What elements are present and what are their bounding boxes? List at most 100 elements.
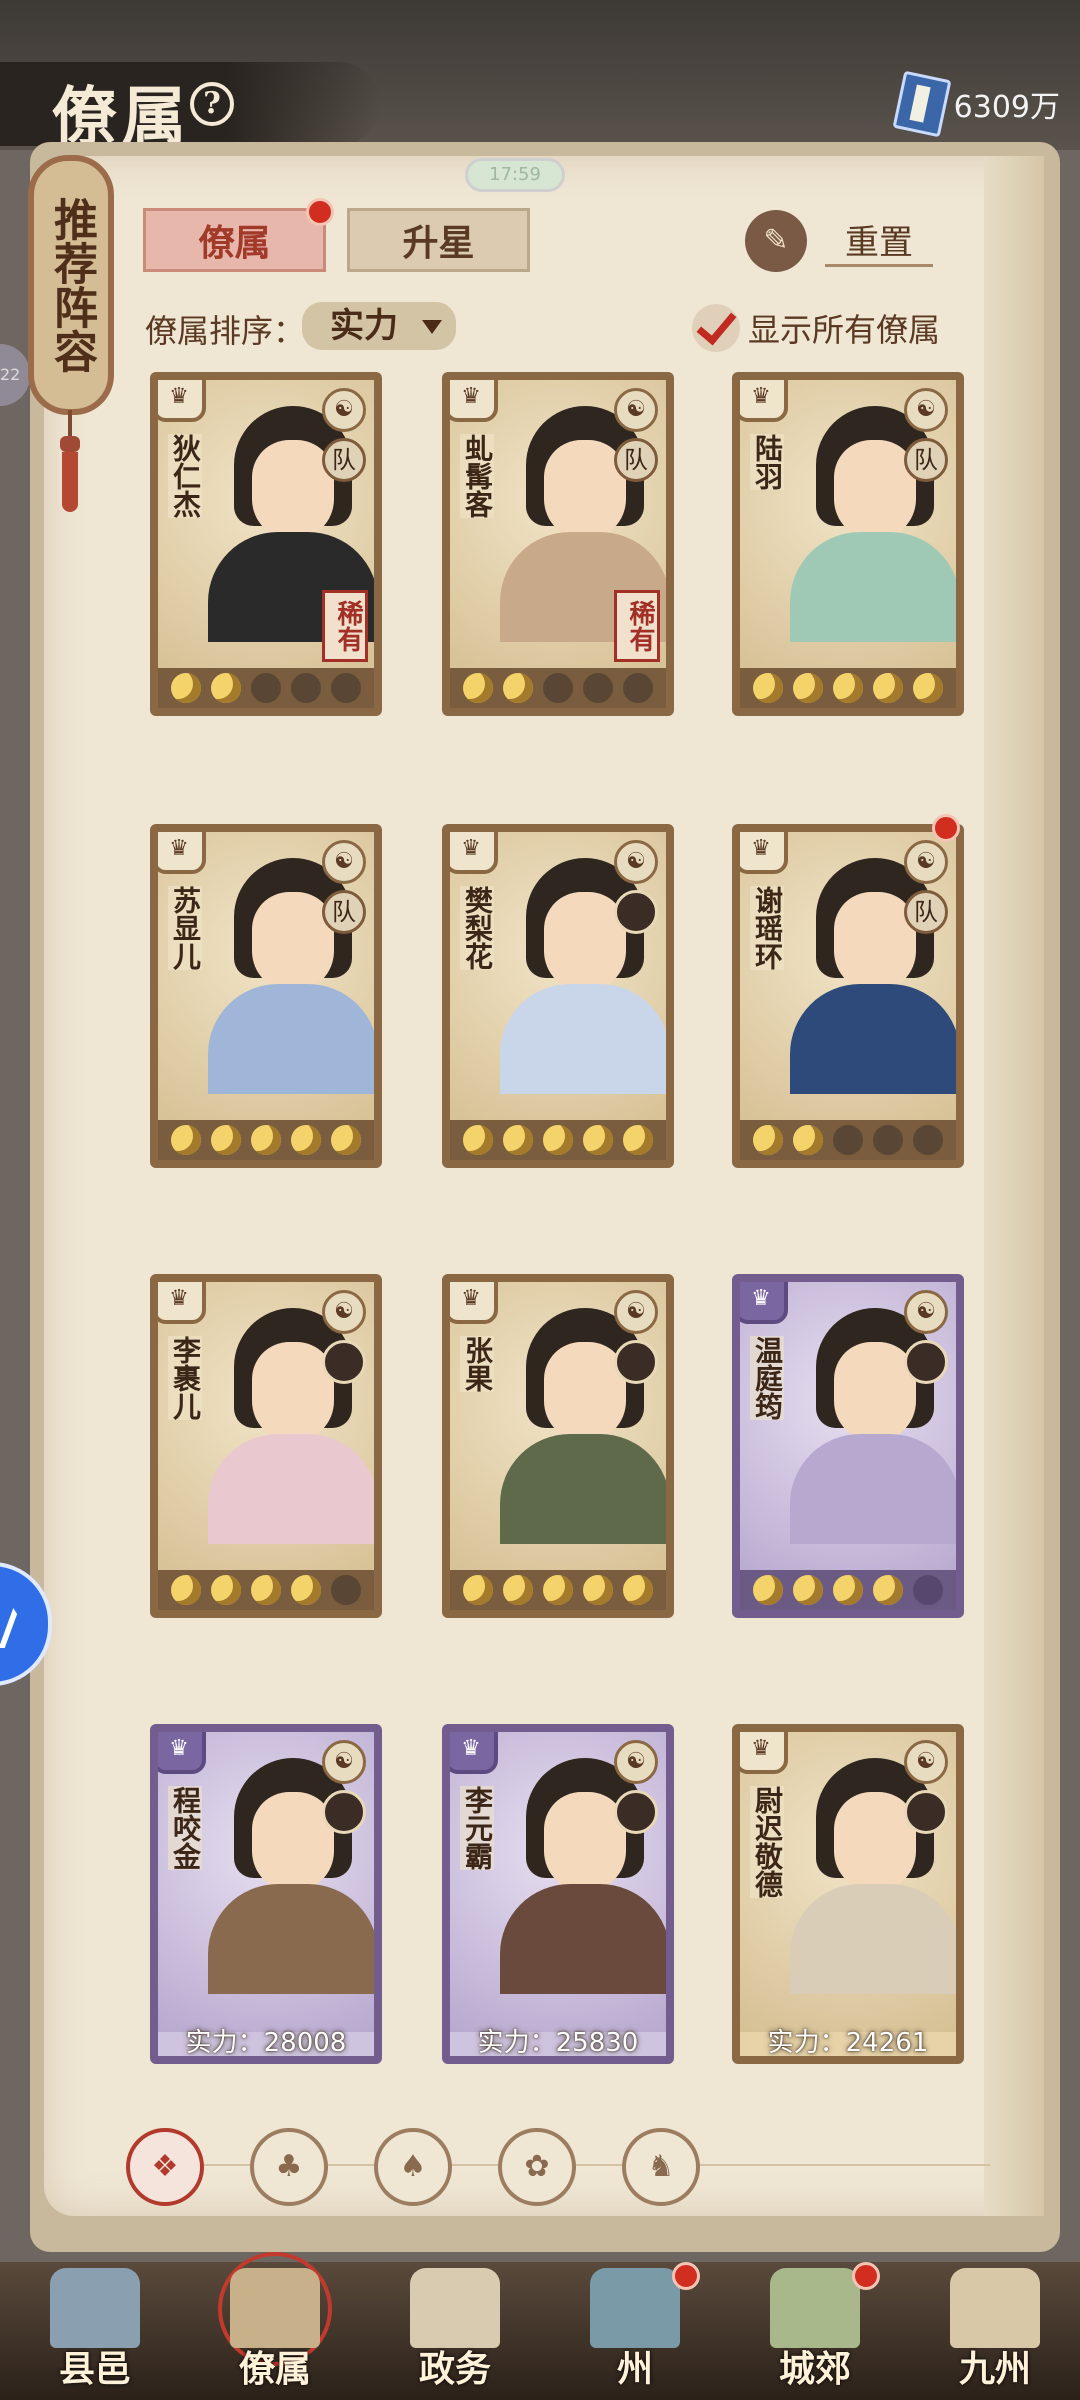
faction-filter-bar: ❖ ♣ ♠ ✿ ♞	[126, 2120, 990, 2210]
reset-button[interactable]: ✎ 重置	[745, 208, 955, 274]
tab-upgrade-star[interactable]: 升星	[347, 208, 530, 272]
nav-icon	[950, 2268, 1040, 2348]
retainer-card[interactable]: ♛☯樊梨花实力：27585	[442, 824, 674, 1168]
moon-star-icon	[583, 1575, 613, 1605]
faction-icon: ♛	[450, 1282, 498, 1324]
partner-avatar	[614, 1790, 658, 1834]
power-value: 实力：24261	[767, 2028, 929, 2058]
nav-label: 县邑	[58, 2348, 131, 2390]
moon-star-icon	[463, 1575, 493, 1605]
bottom-nav: 县邑 僚属 政务 州 城郊 九州	[0, 2252, 1080, 2400]
notification-dot	[672, 2262, 700, 2290]
moon-star-icon	[331, 1575, 361, 1605]
retainer-card[interactable]: ♛☯队虬髯客稀有实力：38944	[442, 372, 674, 716]
moon-star-icon	[873, 673, 903, 703]
moon-star-icon	[543, 673, 573, 703]
moon-star-icon	[623, 673, 653, 703]
star-rating	[450, 1570, 666, 1610]
retainer-name: 程咬金	[168, 1786, 202, 1870]
all-diamond-icon[interactable]: ❖	[126, 2128, 204, 2206]
nav-icon	[590, 2268, 680, 2348]
book-icon	[892, 70, 952, 138]
moon-star-icon	[913, 1125, 943, 1155]
retainer-card[interactable]: ♛☯李裹儿实力：28942	[150, 1274, 382, 1618]
star-rating	[450, 668, 666, 708]
moon-star-icon	[291, 673, 321, 703]
moon-star-icon	[211, 673, 241, 703]
star-rating	[158, 1570, 374, 1610]
nav-item[interactable]: 县邑	[20, 2262, 170, 2400]
nav-item[interactable]: 僚属	[200, 2252, 350, 2400]
tab-retainers[interactable]: 僚属	[143, 208, 326, 272]
faction-bell-icon[interactable]: ♣	[250, 2128, 328, 2206]
currency-value: 6309万	[953, 90, 1060, 125]
retainer-name: 李裹儿	[168, 1336, 202, 1420]
retainer-name: 狄仁杰	[168, 434, 202, 518]
moon-star-icon	[753, 1125, 783, 1155]
faction-icon: ♛	[158, 832, 206, 874]
retainer-name: 温庭筠	[750, 1336, 784, 1420]
sort-dropdown[interactable]: 实力	[302, 302, 456, 350]
faction-icon: ♛	[450, 1732, 498, 1774]
faction-gourd-icon[interactable]: ♠	[374, 2128, 452, 2206]
partner-avatar	[322, 1790, 366, 1834]
power-value: 实力：28008	[185, 2028, 347, 2058]
moon-star-icon	[463, 1125, 493, 1155]
partner-avatar	[904, 1340, 948, 1384]
partner-avatar	[904, 1790, 948, 1834]
retainer-card[interactable]: ♛ ☯ 尉迟敬德 实力：24261	[732, 1724, 964, 2064]
moon-star-icon	[913, 673, 943, 703]
question-circle-icon[interactable]: ?	[190, 82, 234, 126]
recommend-lineup-button[interactable]: 推荐阵容	[28, 155, 114, 415]
partner-avatar	[614, 1340, 658, 1384]
faction-fan-icon[interactable]: ✿	[498, 2128, 576, 2206]
show-all-toggle[interactable]: 显示所有僚属	[692, 304, 940, 352]
role-icon: ☯	[322, 388, 366, 432]
sort-label: 僚属排序：	[145, 312, 306, 350]
checkmark-icon[interactable]	[692, 304, 740, 352]
nav-label: 州	[616, 2348, 653, 2390]
star-rating	[740, 1570, 956, 1610]
retainer-card[interactable]: ♛☯队苏显儿实力：32318	[150, 824, 382, 1168]
retainer-name: 李元霸	[460, 1786, 494, 1870]
role-icon: ☯	[322, 1290, 366, 1334]
partner-avatar	[322, 1340, 366, 1384]
currency-display[interactable]: 6309万	[892, 70, 1060, 138]
moon-star-icon	[171, 673, 201, 703]
moon-star-icon	[171, 1125, 201, 1155]
retainer-card[interactable]: ♛☯张果实力：28942	[442, 1274, 674, 1618]
nav-icon	[50, 2268, 140, 2348]
nav-label: 政务	[418, 2348, 491, 2390]
nav-icon	[770, 2268, 860, 2348]
sort-value: 实力	[330, 306, 398, 346]
retainer-name: 苏显儿	[168, 886, 202, 970]
faction-icon: ♛	[740, 1732, 788, 1774]
retainer-card[interactable]: ♛ ☯ 李元霸 实力：25830	[442, 1724, 674, 2064]
role-icon: ☯	[614, 388, 658, 432]
nav-item[interactable]: 政务	[380, 2262, 530, 2400]
role-icon: ☯	[904, 388, 948, 432]
side-edge-tab[interactable]: 22	[0, 344, 30, 406]
role-icon: ☯	[322, 840, 366, 884]
moon-star-icon	[833, 673, 863, 703]
faction-lion-icon[interactable]: ♞	[622, 2128, 700, 2206]
moon-star-icon	[543, 1125, 573, 1155]
role-icon: ☯	[614, 840, 658, 884]
retainer-card[interactable]: ♛☯队狄仁杰稀有实力：42827	[150, 372, 382, 716]
moon-star-icon	[503, 1125, 533, 1155]
chevron-down-icon	[422, 320, 442, 334]
moon-star-icon	[793, 673, 823, 703]
moon-star-icon	[291, 1575, 321, 1605]
moon-star-icon	[503, 1575, 533, 1605]
reset-label: 重置	[825, 215, 933, 267]
faction-icon: ♛	[740, 832, 788, 874]
retainer-card[interactable]: ♛☯温庭筠实力：28275	[732, 1274, 964, 1618]
nav-item[interactable]: 九州	[920, 2262, 1070, 2400]
moon-star-icon	[873, 1125, 903, 1155]
retainer-card[interactable]: ♛☯队谢瑶环实力：18496	[732, 824, 964, 1168]
moon-star-icon	[331, 1125, 361, 1155]
retainer-name: 樊梨花	[460, 886, 494, 970]
retainer-card[interactable]: ♛☯队陆羽实力：33401	[732, 372, 964, 716]
notification-dot	[306, 198, 334, 226]
retainer-card[interactable]: ♛ ☯ 程咬金 实力：28008	[150, 1724, 382, 2064]
